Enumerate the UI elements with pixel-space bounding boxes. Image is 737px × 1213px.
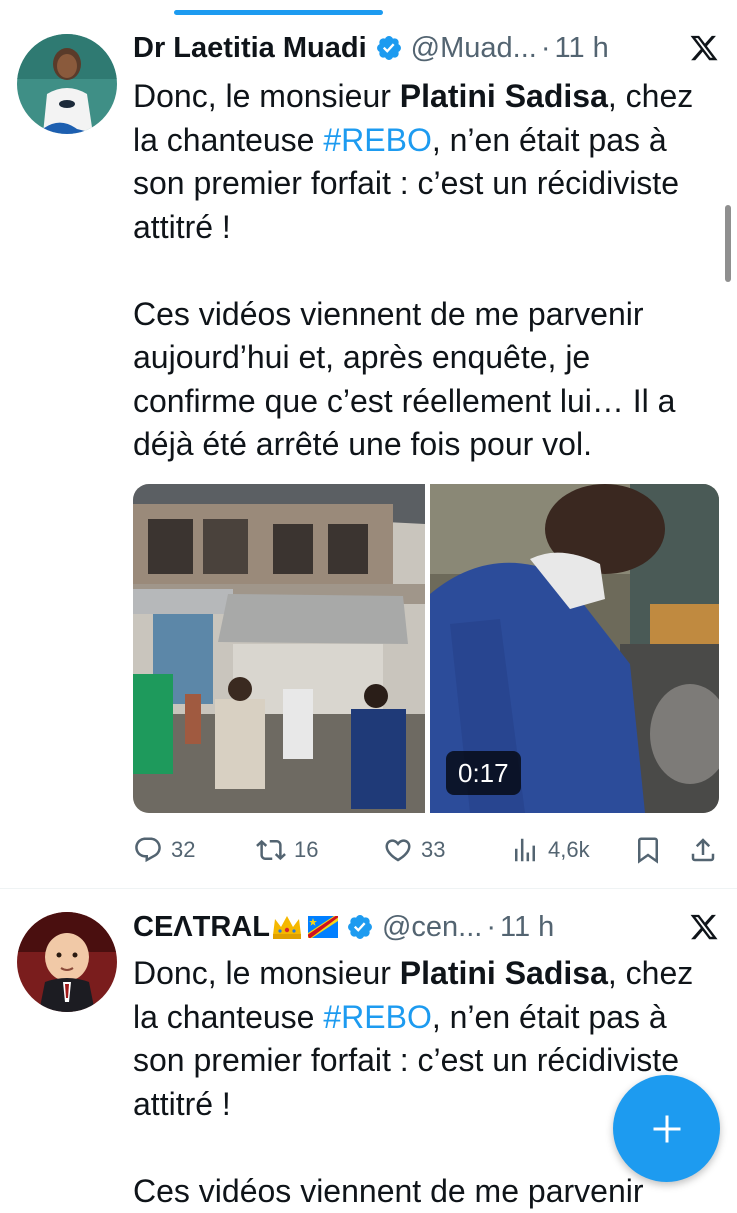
video-duration-badge: 0:17 [446, 751, 521, 795]
tweet-text: Donc, le monsieur Platini Sadisa, chez l… [133, 75, 713, 467]
timestamp[interactable]: 11 h [500, 911, 554, 944]
tweet-header: CEɅTRAL @cen... · 11 h [133, 907, 719, 947]
verified-badge-icon [346, 913, 374, 941]
views-button[interactable]: 4,6k [510, 830, 590, 870]
handle[interactable]: @cen... [382, 911, 482, 944]
share-button[interactable] [688, 830, 726, 870]
hashtag-link[interactable]: #REBO [323, 122, 431, 158]
timestamp[interactable]: 11 h [554, 32, 608, 65]
tweet-text: Donc, le monsieur Platini Sadisa, chez l… [133, 952, 713, 1213]
tweet-paragraph-2: Ces vidéos viennent de me parvenir [133, 1170, 713, 1213]
display-name[interactable]: CEɅTRAL [133, 911, 270, 944]
handle[interactable]: @Muad... [411, 32, 537, 65]
action-bar: 32 16 33 4,6k [133, 830, 723, 870]
mention[interactable]: Platini Sadisa [400, 78, 608, 114]
video-thumbnail-1[interactable] [133, 484, 425, 813]
tweet-header: Dr Laetitia Muadi @Muad... · 11 h [133, 28, 719, 68]
retweet-icon [256, 835, 286, 865]
bookmark-icon [633, 835, 663, 865]
flag-emoji-icon [308, 916, 338, 938]
tweet-1[interactable]: Dr Laetitia Muadi @Muad... · 11 h Donc, … [0, 0, 737, 888]
x-logo-icon[interactable] [689, 912, 719, 942]
reply-icon [133, 835, 163, 865]
avatar[interactable] [17, 34, 117, 134]
heart-icon [383, 835, 413, 865]
separator-dot: · [541, 32, 551, 65]
reply-button[interactable]: 32 [133, 830, 195, 870]
retweet-count: 16 [294, 837, 318, 863]
plus-icon [649, 1111, 685, 1147]
x-logo-icon[interactable] [689, 33, 719, 63]
tweet-paragraph-1: Donc, le monsieur Platini Sadisa, chez l… [133, 75, 713, 249]
bookmark-button[interactable] [633, 830, 671, 870]
views-icon [510, 835, 540, 865]
verified-badge-icon [375, 34, 403, 62]
display-name[interactable]: Dr Laetitia Muadi [133, 32, 367, 65]
media-grid[interactable]: 0:17 [133, 484, 719, 813]
mention[interactable]: Platini Sadisa [400, 955, 608, 991]
like-button[interactable]: 33 [383, 830, 445, 870]
compose-button[interactable] [613, 1075, 720, 1182]
avatar[interactable] [17, 912, 117, 1012]
tweet-paragraph-2: Ces vidéos viennent de me parvenir aujou… [133, 293, 713, 467]
separator-dot: · [486, 911, 496, 944]
hashtag-link[interactable]: #REBO [323, 999, 431, 1035]
like-count: 33 [421, 837, 445, 863]
views-count: 4,6k [548, 837, 590, 863]
retweet-button[interactable]: 16 [256, 830, 318, 870]
reply-count: 32 [171, 837, 195, 863]
crown-emoji-icon [270, 913, 304, 941]
share-icon [688, 835, 718, 865]
